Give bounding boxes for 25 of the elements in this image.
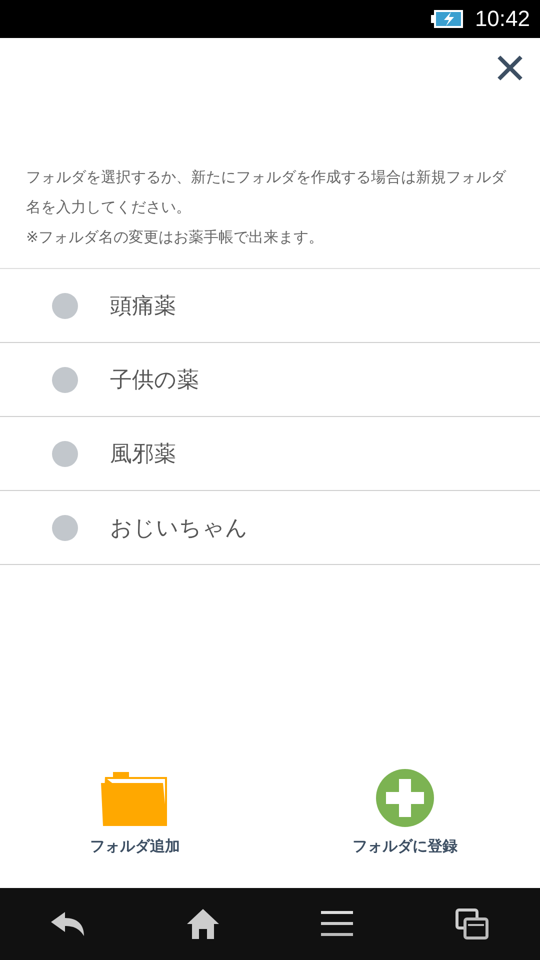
folder-name: 風邪薬 [110, 440, 176, 468]
menu-icon[interactable] [321, 911, 353, 937]
folder-name: おじいちゃん [110, 514, 248, 542]
action-label[interactable]: フォルダ追加 [90, 837, 180, 856]
plus-circle-icon[interactable] [376, 769, 434, 827]
folder-icon[interactable] [101, 771, 169, 827]
folder-option[interactable]: 子供の薬 [0, 343, 540, 417]
action-label[interactable]: フォルダに登録 [352, 837, 458, 856]
folder-name: 子供の薬 [110, 366, 199, 394]
home-icon[interactable] [187, 908, 219, 940]
folder-option[interactable]: 風邪薬 [0, 417, 540, 491]
instruction-text: ※フォルダ名の変更はお薬手帳で出来ます。 [26, 227, 325, 248]
radio-button[interactable] [52, 292, 78, 318]
recent-apps-icon[interactable] [455, 908, 489, 940]
clock: 10:42 [474, 6, 530, 32]
close-icon[interactable] [496, 54, 524, 82]
instruction-text: フォルダを選択するか、新たにフォルダを作成する場合は新規フォルダ名を入力してください。 [26, 167, 508, 218]
radio-button[interactable] [52, 514, 78, 540]
back-icon[interactable] [51, 910, 85, 938]
radio-button[interactable] [52, 440, 78, 466]
folder-option[interactable]: 頭痛薬 [0, 269, 540, 343]
folder-name: 頭痛薬 [110, 292, 176, 320]
radio-button[interactable] [52, 366, 78, 392]
battery-charging-icon [430, 9, 465, 29]
folder-option[interactable]: おじいちゃん [0, 491, 540, 565]
